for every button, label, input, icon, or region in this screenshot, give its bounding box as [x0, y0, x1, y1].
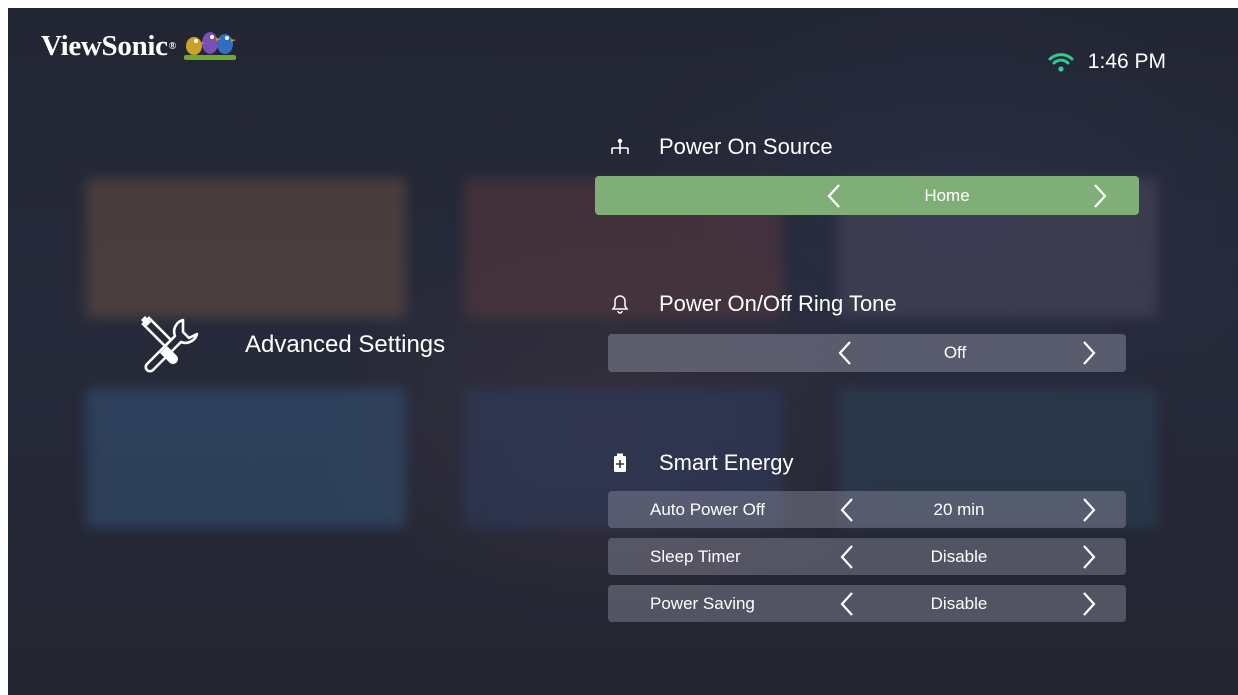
power-on-source-heading: Power On Source	[608, 134, 833, 160]
clock-time: 1:46 PM	[1087, 50, 1166, 73]
advanced-settings-label: Advanced Settings	[245, 331, 446, 358]
power-saving-value: Disable	[930, 593, 988, 613]
brand-logo: ViewSonic ®	[41, 29, 238, 63]
advanced-settings-menu-item[interactable]: Advanced Settings	[137, 314, 445, 376]
auto-power-off-value: 20 min	[933, 499, 985, 519]
brand-name: ViewSonic	[41, 29, 168, 62]
ring-tone-heading: Power On/Off Ring Tone	[608, 291, 897, 317]
status-bar: 1:46 PM	[1048, 50, 1166, 74]
smart-energy-title: Smart Energy	[659, 450, 794, 475]
auto-power-off-label: Auto Power Off	[650, 499, 765, 519]
chevron-left-icon[interactable]	[838, 340, 852, 366]
chevron-right-icon[interactable]	[1082, 497, 1096, 523]
chevron-right-icon[interactable]	[1082, 340, 1096, 366]
tools-icon	[141, 316, 199, 373]
sleep-timer-value: Disable	[930, 546, 988, 566]
power-on-source-selector[interactable]: Home	[595, 176, 1139, 215]
wifi-icon	[1048, 53, 1074, 72]
chevron-right-icon[interactable]	[1082, 544, 1096, 570]
auto-power-off-row[interactable]: Auto Power Off 20 min	[608, 491, 1126, 528]
ring-tone-selector[interactable]: Off	[608, 334, 1126, 372]
power-on-source-value: Home	[924, 185, 970, 205]
battery-icon	[608, 451, 632, 475]
chevron-left-icon[interactable]	[827, 183, 841, 209]
chevron-left-icon[interactable]	[840, 497, 854, 523]
sleep-timer-row[interactable]: Sleep Timer Disable	[608, 538, 1126, 575]
chevron-right-icon[interactable]	[1082, 591, 1096, 617]
ring-tone-value: Off	[943, 343, 967, 362]
power-on-source-title: Power On Source	[659, 134, 833, 159]
projector-screen: ViewSonic ® 1:46 PM Advanced Settings Po…	[8, 8, 1238, 695]
power-saving-label: Power Saving	[650, 593, 755, 613]
birds-logo-icon	[183, 32, 236, 60]
power-saving-row[interactable]: Power Saving Disable	[608, 585, 1126, 622]
bell-icon	[608, 292, 632, 316]
chevron-right-icon[interactable]	[1093, 183, 1107, 209]
ring-tone-title: Power On/Off Ring Tone	[659, 291, 897, 316]
source-icon	[608, 135, 632, 159]
sleep-timer-label: Sleep Timer	[650, 546, 741, 566]
chevron-left-icon[interactable]	[840, 544, 854, 570]
smart-energy-heading: Smart Energy	[608, 450, 794, 476]
chevron-left-icon[interactable]	[840, 591, 854, 617]
